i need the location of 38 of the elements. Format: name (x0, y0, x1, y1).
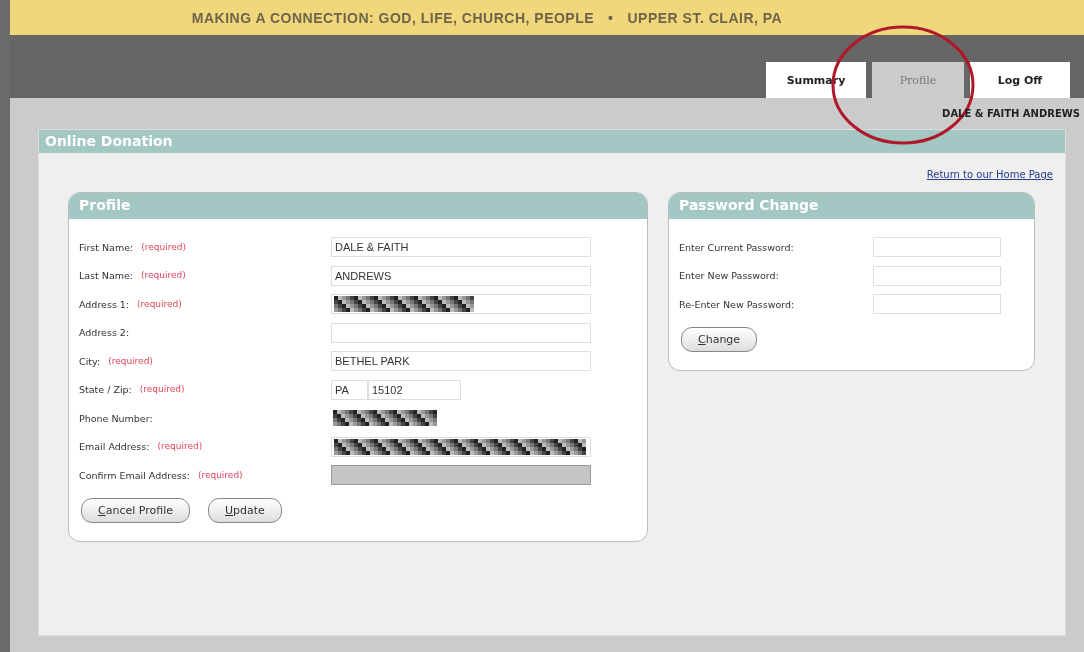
field-label: Address 2: (79, 327, 130, 339)
password-field[interactable] (873, 237, 1001, 258)
text-field[interactable]: BETHEL PARK (331, 351, 591, 372)
field-label: Re-Enter New Password: (679, 298, 795, 310)
location-text: UPPER ST. CLAIR, PA (627, 9, 783, 26)
required-note: (required) (139, 384, 185, 396)
password-field[interactable] (873, 265, 1001, 286)
field-label: Phone Number: (79, 412, 153, 424)
card-title: Password Change (669, 193, 1034, 219)
field-label: State / Zip: (79, 384, 132, 396)
field-label: City: (79, 355, 101, 367)
required-note: (required) (137, 298, 182, 310)
change-button[interactable]: Change (681, 326, 758, 352)
required-note: (required) (157, 441, 203, 453)
required-note: (required) (108, 355, 153, 367)
text-field[interactable]: ANDREWS (331, 265, 591, 286)
home-link[interactable]: Return to our Home Page (926, 169, 1053, 180)
field-label: Enter New Password: (679, 270, 779, 282)
required-note: (required) (141, 270, 186, 282)
card-title: Profile (69, 193, 647, 219)
banner-title: MAKING A CONNECTION: GOD, LIFE, CHURCH, PEOPLE (191, 9, 595, 26)
nav-tab[interactable]: Log Off (970, 62, 1070, 98)
panel-title: Online Donation (39, 130, 1065, 153)
cancel-button[interactable]: Cancel Profile (81, 497, 190, 523)
field-label: Enter Current Password: (679, 241, 794, 253)
field-label: Email Address: (79, 441, 150, 453)
field-label: Confirm Email Address: (79, 469, 190, 481)
zip-field[interactable]: 15102 (368, 379, 461, 400)
field-label: Last Name: (79, 270, 134, 282)
field-label: Address 1: (79, 298, 130, 310)
password-field[interactable] (873, 294, 1001, 315)
field-label: First Name: (79, 241, 134, 253)
required-note: (required) (197, 469, 243, 481)
text-field[interactable]: DALE & FAITH (331, 237, 591, 258)
required-note: (required) (141, 241, 186, 253)
update-button[interactable]: Update (208, 497, 282, 523)
state-field[interactable]: PA (331, 379, 368, 400)
separator-dot: • (608, 9, 614, 26)
